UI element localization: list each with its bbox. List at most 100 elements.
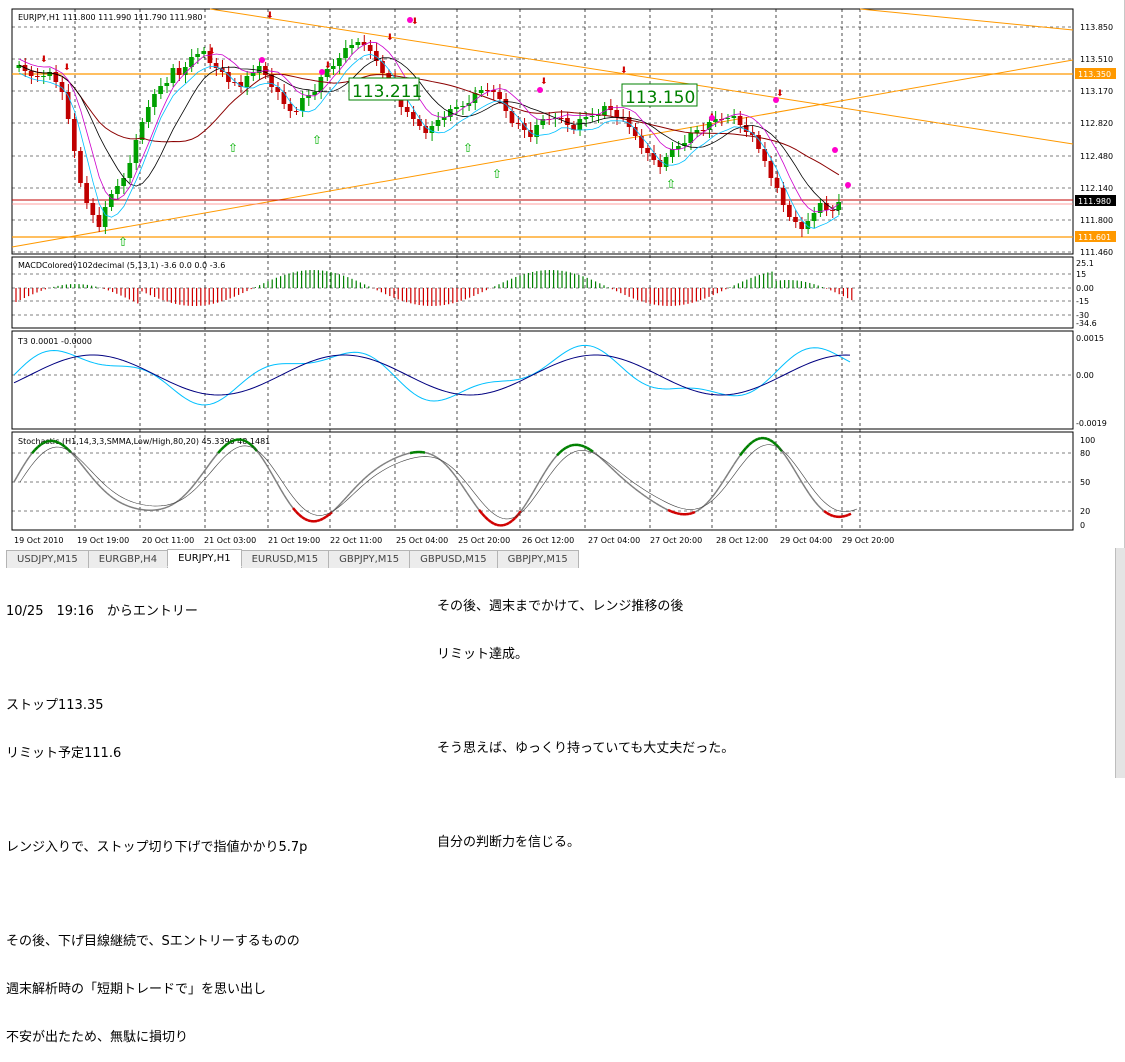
tab-eurjpy-h1[interactable]: EURJPY,H1 xyxy=(167,549,242,567)
stoch-segment xyxy=(347,493,350,496)
stoch-segment xyxy=(647,497,650,499)
stoch-segment xyxy=(92,477,95,481)
candle-body xyxy=(134,140,139,163)
stoch-label-2: 50 xyxy=(1080,478,1090,487)
stoch-segment xyxy=(56,442,59,443)
tab-eurgbp-h4[interactable]: EURGBP,H4 xyxy=(88,550,168,568)
tab-gbpjpy-m15-2[interactable]: GBPJPY,M15 xyxy=(497,550,579,568)
macd-header: MACDColoredv102decimal (5,13,1) -3.6 0.0… xyxy=(18,261,225,270)
tab-eurusd-m15[interactable]: EURUSD,M15 xyxy=(241,550,329,568)
candle-body xyxy=(559,118,564,119)
stoch-segment xyxy=(290,504,293,508)
stoch-segment xyxy=(350,490,353,493)
price-label-1: 113.510 xyxy=(1080,55,1113,64)
stoch-segment xyxy=(32,450,35,454)
stoch-segment xyxy=(509,521,512,523)
stoch-segment xyxy=(512,518,515,521)
candle-body xyxy=(90,203,95,215)
stoch-segment xyxy=(755,439,758,440)
candle-body xyxy=(146,107,151,122)
note-after-3: 不安が出たため、無駄に損切り xyxy=(6,1030,307,1046)
stoch-segment xyxy=(731,464,734,469)
stoch-segment xyxy=(665,509,668,510)
price-chart[interactable]: 113.850113.510113.170112.820112.480112.1… xyxy=(0,0,1125,548)
candle-body xyxy=(245,76,250,87)
candle-body xyxy=(799,222,804,229)
candle-body xyxy=(300,98,305,111)
stoch-segment xyxy=(296,512,299,515)
stoch-segment xyxy=(131,507,134,508)
stoch-label-3: 20 xyxy=(1080,507,1090,516)
down-arrow-icon: ⬇ xyxy=(266,11,274,21)
down-arrow-icon: ⬇ xyxy=(63,63,71,73)
candle-body xyxy=(787,205,792,217)
stoch-segment xyxy=(404,454,407,455)
stoch-segment xyxy=(380,465,383,467)
stoch-segment xyxy=(407,453,410,454)
candle-body xyxy=(115,186,120,194)
stoch-segment xyxy=(41,443,44,445)
stoch-segment xyxy=(824,511,827,513)
stoch-segment xyxy=(227,442,230,444)
candle-body xyxy=(29,71,34,76)
up-arrow-icon: ⇧ xyxy=(492,167,502,181)
stoch-segment xyxy=(410,453,413,454)
tab-usdjpy-m15[interactable]: USDJPY,M15 xyxy=(6,550,89,568)
chart-window[interactable]: 113.850113.510113.170112.820112.480112.1… xyxy=(0,0,1125,548)
stoch-segment xyxy=(848,514,851,515)
stoch-segment xyxy=(695,510,698,512)
stoch-segment xyxy=(692,512,695,513)
stoch-segment xyxy=(26,457,29,461)
symbol-header: EURJPY,H1 111.800 111.990 111.790 111.98… xyxy=(18,13,203,22)
candle-body xyxy=(695,130,700,133)
stoch-segment xyxy=(554,455,557,459)
stoch-segment xyxy=(197,477,200,481)
stoch-segment xyxy=(752,440,755,442)
up-arrow-icon: ⇧ xyxy=(312,133,322,147)
stoch-segment xyxy=(806,489,809,494)
candle-body xyxy=(479,90,484,93)
candle-body xyxy=(35,76,40,77)
down-arrow-icon: ⬇ xyxy=(620,66,628,76)
stoch-segment xyxy=(764,438,767,439)
price-label-6: 111.800 xyxy=(1080,216,1113,225)
stoch-segment xyxy=(734,460,737,465)
stoch-segment xyxy=(488,520,491,522)
tab-gbpusd-m15[interactable]: GBPUSD,M15 xyxy=(409,550,498,568)
stoch-segment xyxy=(794,469,797,474)
stoch-segment xyxy=(83,466,86,470)
candle-body xyxy=(195,54,200,57)
time-label-7: 25 Oct 20:00 xyxy=(458,536,510,545)
tab-gbpjpy-m15[interactable]: GBPJPY,M15 xyxy=(328,550,410,568)
stoch-segment xyxy=(53,441,56,442)
candle-body xyxy=(614,110,619,117)
stoch-segment xyxy=(737,456,740,460)
stoch-segment xyxy=(650,499,653,501)
trendline-upper xyxy=(210,9,1073,144)
stoch-segment xyxy=(746,445,749,448)
candle-body xyxy=(732,116,737,118)
candle-body xyxy=(368,45,373,51)
stoch-segment xyxy=(449,468,452,472)
vertical-scrollbar[interactable] xyxy=(1115,548,1125,778)
candle-body xyxy=(436,120,441,126)
candle-body xyxy=(738,116,743,125)
stoch-segment xyxy=(719,483,722,488)
stoch-segment xyxy=(506,523,509,524)
stoch-segment xyxy=(209,461,212,465)
stoch-segment xyxy=(608,465,611,468)
note-right-3: そう思えば、ゆっくり持っていても大丈夫だった。 xyxy=(437,741,734,757)
stoch-segment xyxy=(467,493,470,497)
stoch-segment xyxy=(656,503,659,505)
stoch-segment xyxy=(365,475,368,478)
up-arrow-icon: ⇧ xyxy=(463,141,473,155)
macd-label-0: 25.1 xyxy=(1076,259,1094,268)
stoch-segment xyxy=(614,470,617,473)
macd-label-5: -34.6 xyxy=(1076,319,1097,328)
stoch-segment xyxy=(743,448,746,452)
time-label-13: 29 Oct 20:00 xyxy=(842,536,894,545)
down-arrow-icon: ⬇ xyxy=(40,55,48,65)
stoch-segment xyxy=(524,502,527,507)
stoch-segment xyxy=(428,453,431,454)
candle-body xyxy=(103,207,108,227)
